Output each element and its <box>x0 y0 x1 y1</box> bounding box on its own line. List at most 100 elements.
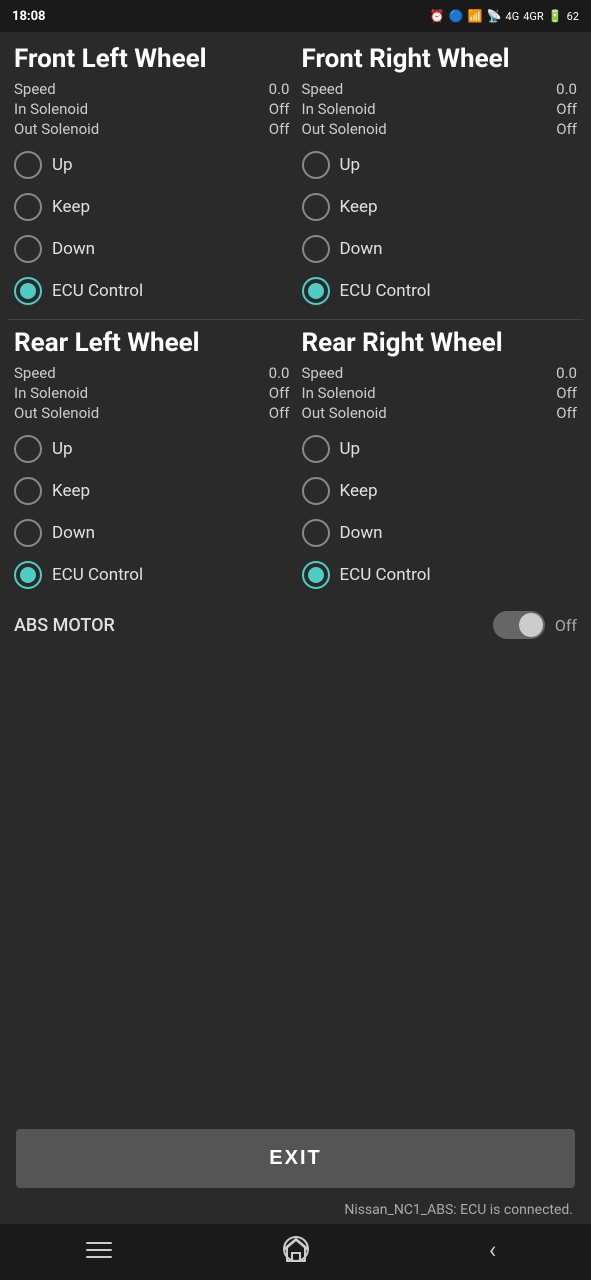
rear-left-radio-up-label: Up <box>52 439 73 459</box>
front-right-radio-keep[interactable]: Keep <box>302 187 578 227</box>
rear-right-wheel-title: Rear Right Wheel <box>302 328 578 359</box>
rear-left-speed-row: Speed 0.0 <box>14 363 290 383</box>
abs-motor-toggle-container: Off <box>493 611 577 639</box>
front-left-radio-ecu-label: ECU Control <box>52 281 143 301</box>
front-left-speed-label: Speed <box>14 80 56 98</box>
rear-right-radio-down-label: Down <box>340 523 383 543</box>
front-left-radio-ecu[interactable]: ECU Control <box>14 271 290 311</box>
front-right-radio-up-label: Up <box>340 155 361 175</box>
rear-left-radio-group: Up Keep Down ECU Control <box>14 429 290 595</box>
front-left-insolenoid-row: In Solenoid Off <box>14 99 290 119</box>
front-right-radio-ecu[interactable]: ECU Control <box>302 271 578 311</box>
rear-right-speed-value: 0.0 <box>556 364 577 382</box>
rear-right-speed-row: Speed 0.0 <box>302 363 578 383</box>
status-bar: 18:08 ⏰ 🔵 📶 📡 4G 4GR 🔋 62 <box>0 0 591 32</box>
abs-motor-toggle-knob <box>519 613 543 637</box>
nav-home-button[interactable] <box>271 1230 321 1270</box>
battery-percent: 62 <box>567 10 579 23</box>
hamburger-line-1 <box>86 1242 112 1244</box>
front-right-radio-up[interactable]: Up <box>302 145 578 185</box>
rear-left-radio-up[interactable]: Up <box>14 429 290 469</box>
hamburger-line-3 <box>86 1256 112 1258</box>
wifi-icon: 📡 <box>487 9 502 23</box>
front-right-insolenoid-value: Off <box>556 100 577 118</box>
rear-right-radio-up[interactable]: Up <box>302 429 578 469</box>
rear-right-wheel-section: Rear Right Wheel Speed 0.0 In Solenoid O… <box>296 324 584 599</box>
rear-left-radio-keep[interactable]: Keep <box>14 471 290 511</box>
front-right-radio-down[interactable]: Down <box>302 229 578 269</box>
rear-right-radio-group: Up Keep Down ECU Control <box>302 429 578 595</box>
rear-right-insolenoid-label: In Solenoid <box>302 384 376 402</box>
front-right-radio-group: Up Keep Down ECU Control <box>302 145 578 311</box>
rear-right-radio-up-circle <box>302 435 330 463</box>
rear-right-radio-ecu-circle <box>302 561 330 589</box>
rear-right-radio-ecu[interactable]: ECU Control <box>302 555 578 595</box>
rear-left-insolenoid-label: In Solenoid <box>14 384 88 402</box>
rear-right-insolenoid-value: Off <box>556 384 577 402</box>
front-left-wheel-section: Front Left Wheel Speed 0.0 In Solenoid O… <box>8 40 296 315</box>
rear-right-radio-down[interactable]: Down <box>302 513 578 553</box>
home-icon <box>281 1235 311 1265</box>
front-right-radio-up-circle <box>302 151 330 179</box>
rear-right-speed-label: Speed <box>302 364 344 382</box>
rear-left-radio-down[interactable]: Down <box>14 513 290 553</box>
nav-back-button[interactable]: ‹ <box>468 1230 518 1270</box>
status-icons: ⏰ 🔵 📶 📡 4G 4GR 🔋 62 <box>430 9 579 23</box>
section-divider-1 <box>8 319 583 320</box>
abs-motor-label: ABS MOTOR <box>14 615 115 636</box>
rear-right-radio-keep[interactable]: Keep <box>302 471 578 511</box>
front-right-insolenoid-row: In Solenoid Off <box>302 99 578 119</box>
front-right-speed-label: Speed <box>302 80 344 98</box>
back-icon: ‹ <box>489 1236 496 1264</box>
abs-motor-row: ABS MOTOR Off <box>8 599 583 651</box>
rear-left-radio-ecu[interactable]: ECU Control <box>14 555 290 595</box>
main-content: Front Left Wheel Speed 0.0 In Solenoid O… <box>0 32 591 1224</box>
front-left-radio-keep-label: Keep <box>52 197 90 217</box>
rear-left-wheel-section: Rear Left Wheel Speed 0.0 In Solenoid Of… <box>8 324 296 599</box>
rear-left-insolenoid-value: Off <box>269 384 290 402</box>
rear-right-radio-ecu-label: ECU Control <box>340 565 431 585</box>
front-right-radio-keep-circle <box>302 193 330 221</box>
battery-icon: 🔋 <box>548 9 563 23</box>
rear-left-speed-label: Speed <box>14 364 56 382</box>
signal-icon: 📶 <box>468 9 483 23</box>
abs-motor-toggle[interactable] <box>493 611 545 639</box>
front-left-radio-up-circle <box>14 151 42 179</box>
rear-left-radio-down-circle <box>14 519 42 547</box>
rear-left-radio-keep-label: Keep <box>52 481 90 501</box>
front-right-speed-row: Speed 0.0 <box>302 79 578 99</box>
rear-right-radio-keep-circle <box>302 477 330 505</box>
bottom-wheels-grid: Rear Left Wheel Speed 0.0 In Solenoid Of… <box>8 324 583 599</box>
ecu-status-bar: Nissan_NC1_ABS: ECU is connected. <box>8 1196 583 1224</box>
ecu-status-text: Nissan_NC1_ABS: ECU is connected. <box>344 1202 573 1218</box>
front-left-radio-keep[interactable]: Keep <box>14 187 290 227</box>
front-left-radio-down-circle <box>14 235 42 263</box>
status-time: 18:08 <box>12 9 46 24</box>
front-left-radio-up[interactable]: Up <box>14 145 290 185</box>
network-4g: 4G <box>506 10 520 23</box>
rear-left-radio-up-circle <box>14 435 42 463</box>
rear-right-outsolenoid-label: Out Solenoid <box>302 404 387 422</box>
front-right-radio-down-label: Down <box>340 239 383 259</box>
front-right-outsolenoid-row: Out Solenoid Off <box>302 119 578 139</box>
front-left-outsolenoid-label: Out Solenoid <box>14 120 99 138</box>
nav-menu-button[interactable] <box>74 1230 124 1270</box>
spacer <box>8 651 583 1121</box>
rear-right-radio-keep-label: Keep <box>340 481 378 501</box>
exit-button[interactable]: EXIT <box>16 1129 575 1188</box>
top-wheels-grid: Front Left Wheel Speed 0.0 In Solenoid O… <box>8 40 583 315</box>
front-right-wheel-title: Front Right Wheel <box>302 44 578 75</box>
front-left-speed-row: Speed 0.0 <box>14 79 290 99</box>
front-right-wheel-section: Front Right Wheel Speed 0.0 In Solenoid … <box>296 40 584 315</box>
hamburger-icon <box>86 1242 112 1258</box>
front-left-radio-down[interactable]: Down <box>14 229 290 269</box>
front-left-radio-up-label: Up <box>52 155 73 175</box>
front-right-radio-ecu-label: ECU Control <box>340 281 431 301</box>
front-right-radio-keep-label: Keep <box>340 197 378 217</box>
rear-right-insolenoid-row: In Solenoid Off <box>302 383 578 403</box>
hamburger-line-2 <box>86 1249 112 1251</box>
rear-left-speed-value: 0.0 <box>269 364 290 382</box>
rear-left-outsolenoid-row: Out Solenoid Off <box>14 403 290 423</box>
front-right-radio-ecu-circle <box>302 277 330 305</box>
rear-left-outsolenoid-label: Out Solenoid <box>14 404 99 422</box>
